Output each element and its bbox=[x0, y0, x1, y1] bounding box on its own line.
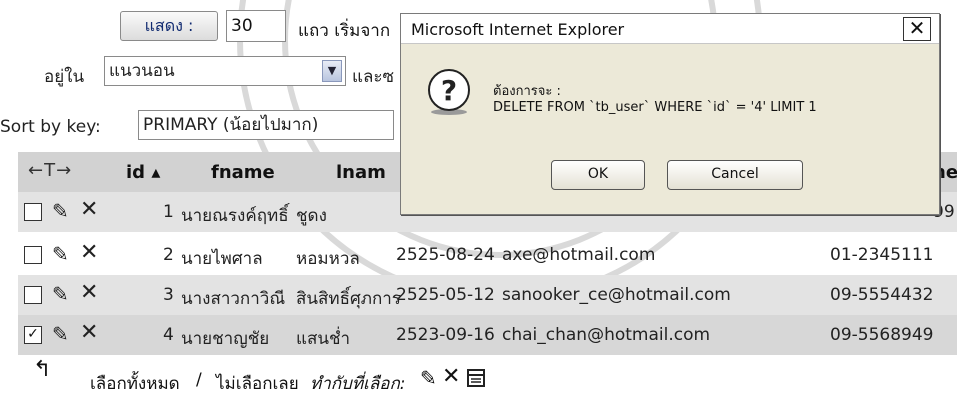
sort-select-value: PRIMARY (น้อยไปมาก) bbox=[143, 115, 319, 135]
pencil-icon[interactable]: ✎ bbox=[52, 282, 69, 306]
cell-phone: 09-5554432 bbox=[830, 285, 934, 305]
sort-label: Sort by key: bbox=[0, 117, 101, 137]
column-move-icon: ←T→ bbox=[28, 160, 73, 181]
cancel-button[interactable]: Cancel bbox=[667, 160, 803, 190]
dialog-title: Microsoft Internet Explorer bbox=[411, 20, 625, 39]
cell-lname: แสนช่ำ bbox=[296, 329, 351, 349]
cell-lname: ชูดง bbox=[296, 206, 327, 226]
cell-date: 2525-08-24 bbox=[396, 245, 495, 265]
delete-x-icon[interactable]: ✕ bbox=[80, 197, 98, 222]
delete-x-icon[interactable]: ✕ bbox=[80, 320, 98, 345]
row-checkbox[interactable] bbox=[24, 246, 42, 264]
pencil-icon[interactable]: ✎ bbox=[420, 366, 437, 390]
close-icon[interactable]: ✕ bbox=[903, 17, 931, 41]
delete-x-icon[interactable]: ✕ bbox=[442, 364, 460, 389]
export-icon[interactable] bbox=[467, 369, 485, 387]
cell-fname: นางสาวกาวิณี bbox=[181, 289, 286, 309]
delete-x-icon[interactable]: ✕ bbox=[80, 280, 98, 305]
cell-id: 1 bbox=[163, 202, 174, 222]
confirm-dialog: Microsoft Internet Explorer ✕ ? ต้องการจ… bbox=[400, 13, 940, 215]
cell-fname: นายไพศาล bbox=[181, 249, 263, 269]
pencil-icon[interactable]: ✎ bbox=[52, 242, 69, 266]
header-fname[interactable]: fname bbox=[211, 162, 275, 183]
rows-count-input[interactable]: 30 bbox=[226, 10, 286, 42]
cell-email: chai_chan@hotmail.com bbox=[502, 325, 711, 345]
cell-lname: สินสิทธิ์ศุภการ bbox=[296, 289, 401, 309]
and-label: และซ bbox=[352, 67, 395, 87]
cell-email: axe@hotmail.com bbox=[502, 245, 656, 265]
dialog-message-query: DELETE FROM `tb_user` WHERE `id` = '4' L… bbox=[493, 100, 817, 115]
cell-id: 4 bbox=[163, 325, 174, 345]
header-id[interactable]: id ▴ bbox=[126, 162, 160, 183]
table-row[interactable]: ✎ ✕ 2 นายไพศาล หอมหวล 2525-08-24 axe@hot… bbox=[18, 235, 957, 275]
arrow-up-left-icon: ↰ bbox=[33, 357, 52, 382]
table-row[interactable]: ✎ ✕ 3 นางสาวกาวิณี สินสิทธิ์ศุภการ 2525-… bbox=[18, 275, 957, 315]
dialog-message-title: ต้องการจะ : bbox=[493, 84, 561, 99]
sort-select[interactable]: PRIMARY (น้อยไปมาก) bbox=[138, 110, 394, 140]
direction-label: อยู่ใน bbox=[44, 67, 85, 87]
cell-phone: 01-2345111 bbox=[830, 245, 934, 265]
cell-fname: นายชาญชัย bbox=[181, 329, 270, 349]
cell-id: 2 bbox=[163, 245, 174, 265]
cell-fname: นายณรงค์ฤทธิ์ bbox=[181, 206, 289, 226]
cell-date: 2523-09-16 bbox=[396, 325, 495, 345]
svg-text:?: ? bbox=[441, 74, 457, 107]
delete-x-icon[interactable]: ✕ bbox=[80, 240, 98, 265]
row-checkbox[interactable] bbox=[24, 286, 42, 304]
ok-button[interactable]: OK bbox=[551, 160, 645, 190]
table-row[interactable]: ✓ ✎ ✕ 4 นายชาญชัย แสนช่ำ 2523-09-16 chai… bbox=[18, 315, 957, 355]
show-button[interactable]: แสดง : bbox=[120, 11, 218, 41]
cell-date: 2525-05-12 bbox=[396, 285, 495, 305]
with-selected-label: ทำกับที่เลือก: bbox=[310, 374, 406, 394]
header-lname[interactable]: lnam bbox=[336, 162, 386, 183]
pencil-icon[interactable]: ✎ bbox=[52, 322, 69, 346]
cell-email: sanooker_ce@hotmail.com bbox=[502, 285, 731, 305]
chevron-down-icon[interactable]: ▼ bbox=[322, 60, 342, 82]
direction-select[interactable]: แนวนอน ▼ bbox=[104, 56, 346, 86]
dialog-titlebar[interactable]: Microsoft Internet Explorer ✕ bbox=[401, 14, 939, 44]
cell-phone: 09-5568949 bbox=[830, 325, 934, 345]
footer-separator: / bbox=[196, 370, 202, 390]
row-checkbox[interactable] bbox=[24, 203, 42, 221]
row-checkbox-checked[interactable]: ✓ bbox=[24, 326, 42, 344]
direction-select-value: แนวนอน bbox=[109, 61, 175, 81]
rows-label: แถว เริ่มจาก bbox=[298, 21, 391, 41]
question-icon: ? bbox=[428, 69, 470, 115]
cell-id: 3 bbox=[163, 285, 174, 305]
cell-lname: หอมหวล bbox=[296, 249, 360, 269]
deselect-all-link[interactable]: ไม่เลือกเลย bbox=[216, 370, 299, 396]
select-all-link[interactable]: เลือกทั้งหมด bbox=[90, 370, 180, 396]
pencil-icon[interactable]: ✎ bbox=[52, 199, 69, 223]
